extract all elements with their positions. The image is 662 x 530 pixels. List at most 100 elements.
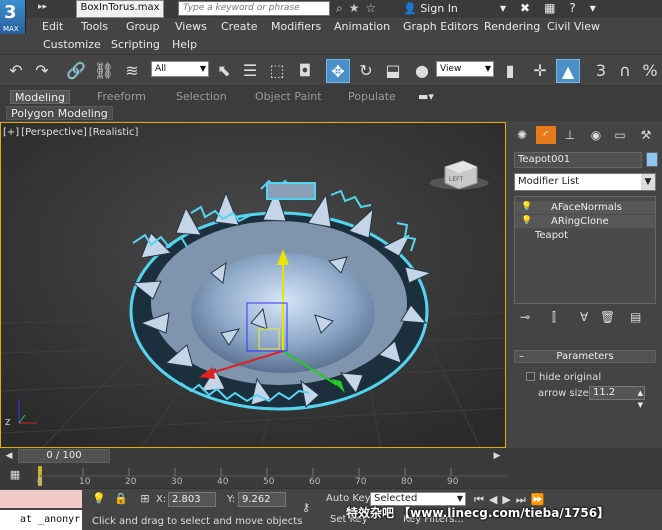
chevron-down-icon: ▼ [641, 174, 655, 190]
select-by-name-icon[interactable]: ☰ [238, 59, 262, 83]
stack-item-teapot[interactable]: Teapot [515, 229, 655, 242]
keyboard-shortcut-override-icon[interactable]: ▲ [556, 59, 580, 83]
menu-edit[interactable]: Edit [42, 20, 63, 33]
menu-customize[interactable]: Customize [43, 38, 101, 51]
ribbon-tab-selection[interactable]: Selection [176, 90, 227, 104]
select-and-scale-icon[interactable]: ⬓ [381, 59, 405, 83]
window-crossing-icon[interactable]: ◘ [293, 59, 317, 83]
menu-views[interactable]: Views [175, 20, 207, 33]
time-slider-thumb[interactable]: 0 / 100 [18, 449, 110, 463]
file-tab[interactable]: BoxInTorus.max [76, 0, 164, 18]
chevron-down-icon: ▼ [199, 64, 206, 73]
menu-civil-view[interactable]: Civil View [547, 20, 600, 33]
menu-help[interactable]: Help [172, 38, 197, 51]
menu-rendering[interactable]: Rendering [484, 20, 540, 33]
arrow-size-value: 11.2 [593, 387, 616, 398]
undo-icon[interactable]: ↶ [4, 59, 28, 83]
y-coordinate-field[interactable]: 9.262 [238, 492, 286, 507]
select-and-rotate-icon[interactable]: ↻ [354, 59, 378, 83]
auto-key-button[interactable]: Auto Key [326, 493, 371, 504]
tick-label: 70 [355, 477, 367, 487]
motion-tab-icon[interactable]: ◉ [586, 126, 606, 144]
spinner-arrows-icon[interactable]: ▲ ▼ [638, 387, 643, 411]
stack-item-label: ARingClone [551, 216, 609, 227]
menu-graph-editors[interactable]: Graph Editors [403, 20, 479, 33]
viewport-shading-label[interactable]: [Realistic] [89, 127, 139, 138]
ribbon-tab-modeling[interactable]: Modeling [10, 90, 71, 104]
sign-in-button[interactable]: 👤 Sign In [403, 2, 458, 15]
set-key-mode-icon[interactable]: ⚷ [296, 501, 316, 515]
angle-snap-icon[interactable]: ∩ [613, 59, 637, 83]
curve-editor-icon[interactable]: ▦ [8, 468, 22, 482]
menu-animation[interactable]: Animation [334, 20, 390, 33]
select-object-icon[interactable]: ⬉ [212, 59, 236, 83]
x-coordinate-field[interactable]: 2.803 [168, 492, 216, 507]
ribbon-tab-object-paint[interactable]: Object Paint [255, 90, 322, 104]
ribbon-tab-freeform[interactable]: Freeform [97, 90, 146, 104]
prompt-line: Click and drag to select and move object… [92, 516, 303, 527]
modifier-stack: 💡 AFaceNormals 💡 ARingClone Teapot [514, 196, 656, 304]
viewport-scene: LEFT Z [1, 123, 505, 447]
stack-item-aringclone[interactable]: 💡 ARingClone [515, 215, 655, 228]
selection-lock-icon[interactable]: 🔒 [114, 492, 128, 506]
object-color-swatch[interactable] [646, 152, 658, 167]
pin-stack-icon[interactable]: ⊸ [520, 310, 530, 324]
unlink-icon[interactable]: ⛓ [92, 59, 116, 83]
menu-scripting[interactable]: Scripting [111, 38, 160, 51]
viewport-menu-label[interactable]: [+] [3, 127, 19, 138]
selection-filter-dropdown[interactable]: All ▼ [151, 61, 209, 77]
redo-icon[interactable]: ↷ [30, 59, 54, 83]
parameters-rollout-header[interactable]: – Parameters [514, 350, 656, 363]
ribbon-options-icon[interactable]: ▬▾ [418, 90, 434, 104]
select-and-move-icon[interactable]: ✥ [326, 59, 350, 83]
show-end-result-icon[interactable]: ⫿ [552, 310, 556, 325]
lightbulb-icon[interactable]: 💡 [521, 201, 532, 214]
arrow-size-spinner[interactable]: 11.2 ▲ ▼ [589, 386, 645, 409]
menu-modifiers[interactable]: Modifiers [271, 20, 321, 33]
modifier-list-dropdown[interactable]: Modifier List ▼ [514, 173, 656, 191]
bind-spacewarp-icon[interactable]: ≋ [120, 59, 144, 83]
maxscript-listener-input[interactable]: at _anonyr [0, 510, 82, 530]
time-prev-icon[interactable]: ◀ [2, 449, 16, 463]
time-next-icon[interactable]: ▶ [490, 449, 504, 463]
link-icon[interactable]: 🔗 [64, 59, 88, 83]
quick-access-arrows[interactable]: ▸▸ [38, 2, 47, 12]
search-input[interactable]: Type a keyword or phrase [178, 1, 330, 16]
reference-coordinate-dropdown[interactable]: View ▼ [436, 61, 494, 77]
search-tools-icons[interactable]: ⌕★☆ [336, 1, 382, 16]
time-slider[interactable]: ◀ 0 / 100 ▶ [0, 448, 662, 464]
stack-item-afacenormals[interactable]: 💡 AFaceNormals [515, 201, 655, 214]
object-name-field[interactable]: Teapot001 [514, 152, 642, 168]
menu-tools[interactable]: Tools [81, 20, 108, 33]
snaps-toggle-icon[interactable]: 3 [589, 59, 613, 83]
hierarchy-tab-icon[interactable]: ⊥ [560, 126, 580, 144]
make-unique-icon[interactable]: ∀ [580, 310, 588, 324]
menu-create[interactable]: Create [221, 20, 258, 33]
ribbon-tab-populate[interactable]: Populate [348, 90, 396, 104]
modify-tab-icon[interactable]: ◜ [536, 126, 556, 144]
display-tab-icon[interactable]: ▭ [610, 126, 630, 144]
selection-region-icon[interactable]: ⬚ [265, 59, 289, 83]
utilities-tab-icon[interactable]: ⚒ [636, 126, 656, 144]
place-icon[interactable]: ● [410, 59, 434, 83]
perspective-viewport[interactable]: LEFT Z [+] [Perspective] [Realistic] [0, 122, 506, 448]
hide-original-checkbox[interactable]: hide original [526, 372, 601, 383]
menu-group[interactable]: Group [126, 20, 160, 33]
isolate-selection-icon[interactable]: 💡 [92, 492, 106, 506]
maxscript-listener-output[interactable] [0, 490, 82, 508]
absolute-mode-icon[interactable]: ⊞ [138, 492, 152, 506]
window-help-icons[interactable]: ▾✖▦?▾ [500, 1, 610, 15]
ribbon-polygon-modeling[interactable]: Polygon Modeling [6, 106, 113, 120]
pivot-center-icon[interactable]: ▮ [498, 59, 522, 83]
app-menu-button[interactable]: 3 MAX [0, 0, 26, 34]
key-mode-value: Selected [374, 493, 418, 504]
lightbulb-icon[interactable]: 💡 [521, 215, 532, 228]
checkbox-box[interactable] [526, 372, 535, 381]
percent-snap-icon[interactable]: % [638, 59, 662, 83]
viewport-pov-label[interactable]: [Perspective] [21, 127, 87, 138]
track-bar[interactable]: 0 10 20 30 40 50 60 70 80 90 ▦ [0, 464, 662, 488]
create-tab-icon[interactable]: ✺ [512, 126, 532, 144]
configure-modifier-sets-icon[interactable]: ▤ [630, 310, 641, 324]
transform-gizmo-icon[interactable]: ✛ [528, 59, 552, 83]
remove-modifier-icon[interactable]: 🗑 [600, 310, 615, 324]
